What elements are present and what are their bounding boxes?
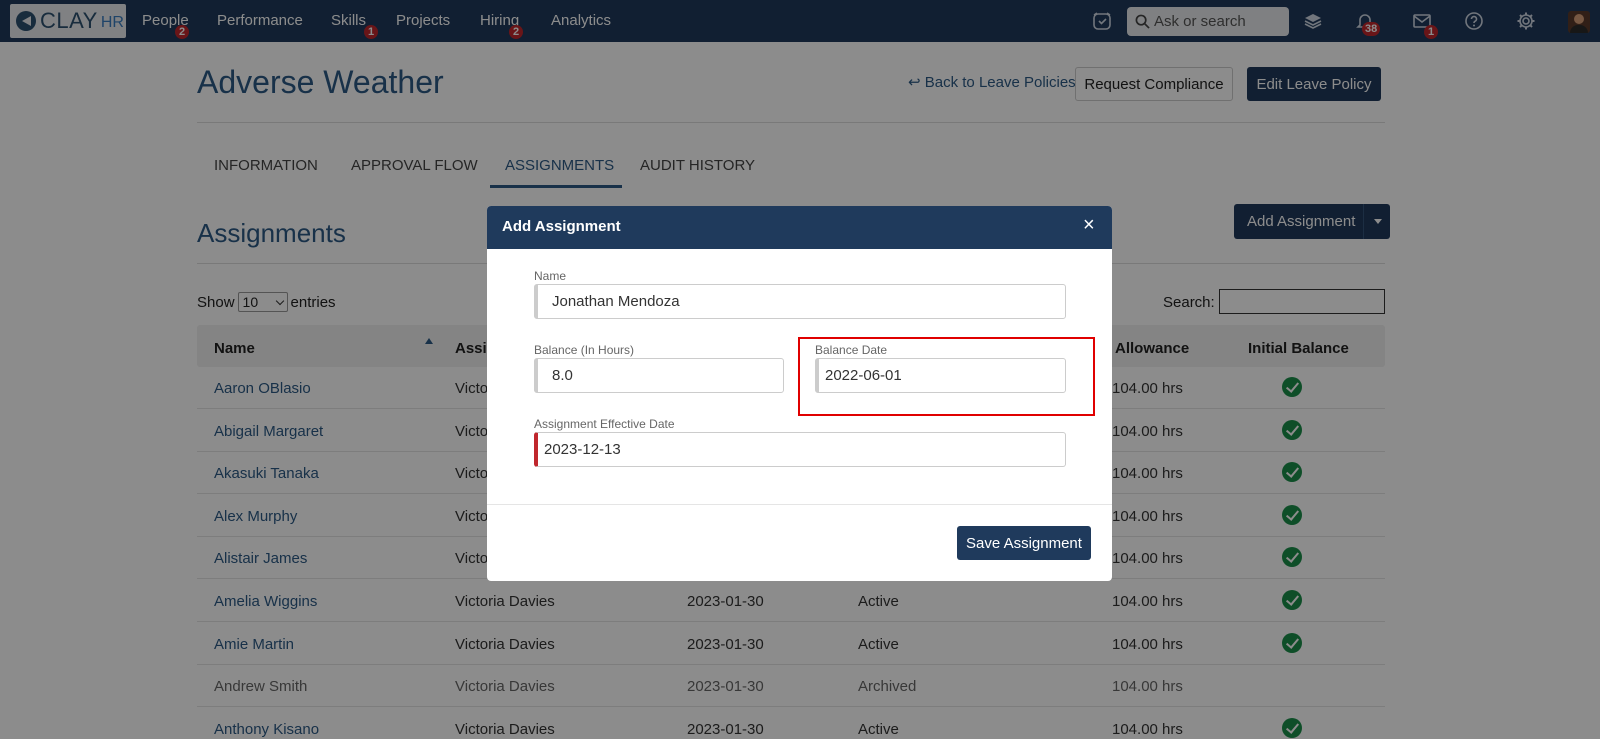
add-assignment-modal: Add Assignment × Name Jonathan Mendoza B… <box>487 206 1112 581</box>
modal-header: Add Assignment × <box>487 206 1112 249</box>
effective-date-field[interactable]: 2023-12-13 <box>534 432 1066 467</box>
balance-date-highlight <box>798 337 1095 416</box>
modal-title: Add Assignment <box>502 218 621 235</box>
save-assignment-button[interactable]: Save Assignment <box>957 526 1091 560</box>
balance-field[interactable]: 8.0 <box>534 358 784 393</box>
name-field[interactable]: Jonathan Mendoza <box>534 284 1066 319</box>
effective-date-label: Assignment Effective Date <box>534 417 675 431</box>
close-icon[interactable]: × <box>1083 214 1095 237</box>
balance-label: Balance (In Hours) <box>534 343 635 357</box>
modal-divider <box>487 504 1112 505</box>
name-label: Name <box>534 269 567 283</box>
